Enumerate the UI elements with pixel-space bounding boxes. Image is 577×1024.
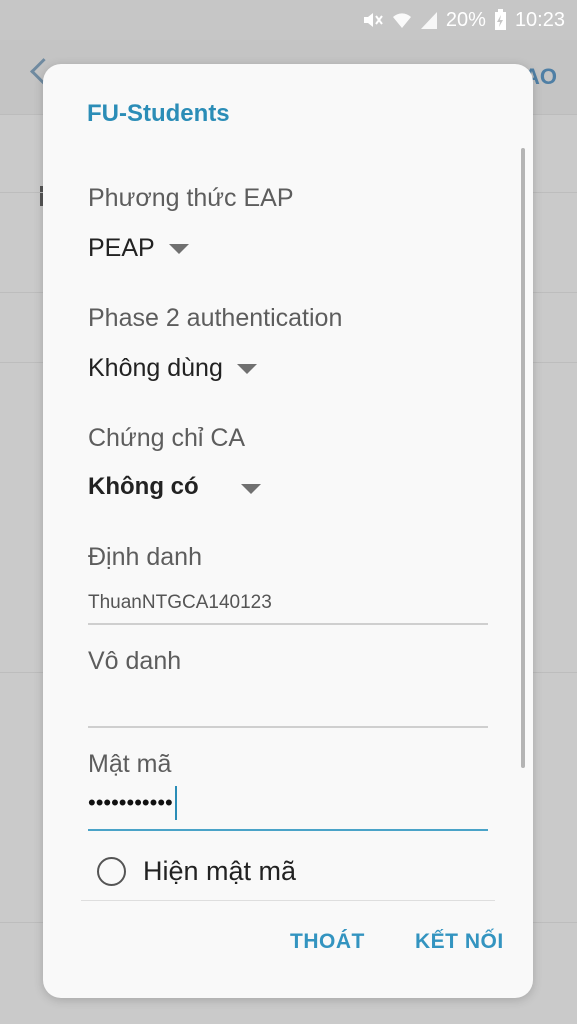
show-password-label: Hiện mật mã bbox=[143, 856, 297, 886]
dropdown-caret-icon bbox=[240, 484, 261, 494]
identity-label: Định danh bbox=[88, 543, 202, 571]
identity-underline bbox=[88, 623, 488, 625]
status-bar: 20% 10:23 bbox=[0, 0, 577, 40]
eap-method-value: PEAP bbox=[88, 234, 155, 262]
dropdown-caret-icon bbox=[236, 363, 257, 374]
identity-field[interactable]: ThuanNTGCA140123 bbox=[88, 592, 272, 614]
text-cursor bbox=[174, 786, 177, 820]
ca-cert-label: Chứng chỉ CA bbox=[88, 424, 246, 452]
ca-cert-dropdown[interactable]: Không có bbox=[88, 473, 261, 501]
battery-percent: 20% bbox=[445, 8, 486, 31]
wifi-config-dialog: FU-Students Phương thức EAP PEAP Phase 2… bbox=[43, 64, 533, 998]
phase2-dropdown[interactable]: Không dùng bbox=[88, 354, 257, 383]
phase2-value: Không dùng bbox=[88, 354, 223, 382]
anonymous-label: Vô danh bbox=[88, 647, 182, 675]
password-label: Mật mã bbox=[88, 750, 172, 778]
dialog-divider bbox=[81, 900, 495, 901]
connect-button[interactable]: KẾT NỐI bbox=[415, 930, 504, 954]
ca-cert-value: Không có bbox=[88, 473, 199, 500]
battery-charging-icon bbox=[494, 9, 507, 31]
dialog-scrollbar[interactable] bbox=[521, 148, 525, 768]
signal-icon bbox=[420, 10, 438, 30]
phase2-label: Phase 2 authentication bbox=[88, 304, 343, 332]
password-underline bbox=[88, 829, 488, 831]
dialog-title: FU-Students bbox=[87, 100, 230, 127]
show-password-checkbox[interactable] bbox=[97, 857, 126, 886]
anonymous-underline bbox=[88, 726, 488, 728]
show-password-toggle[interactable]: Hiện mật mã bbox=[97, 856, 296, 887]
wifi-icon bbox=[392, 10, 412, 30]
cancel-button[interactable]: THOÁT bbox=[290, 930, 365, 954]
clock: 10:23 bbox=[514, 8, 565, 31]
password-field[interactable]: ••••••••••• bbox=[88, 786, 177, 820]
eap-method-label: Phương thức EAP bbox=[88, 184, 294, 212]
password-value: ••••••••••• bbox=[88, 790, 173, 815]
mute-icon bbox=[362, 10, 384, 30]
dropdown-caret-icon bbox=[168, 243, 189, 254]
eap-method-dropdown[interactable]: PEAP bbox=[88, 234, 189, 263]
